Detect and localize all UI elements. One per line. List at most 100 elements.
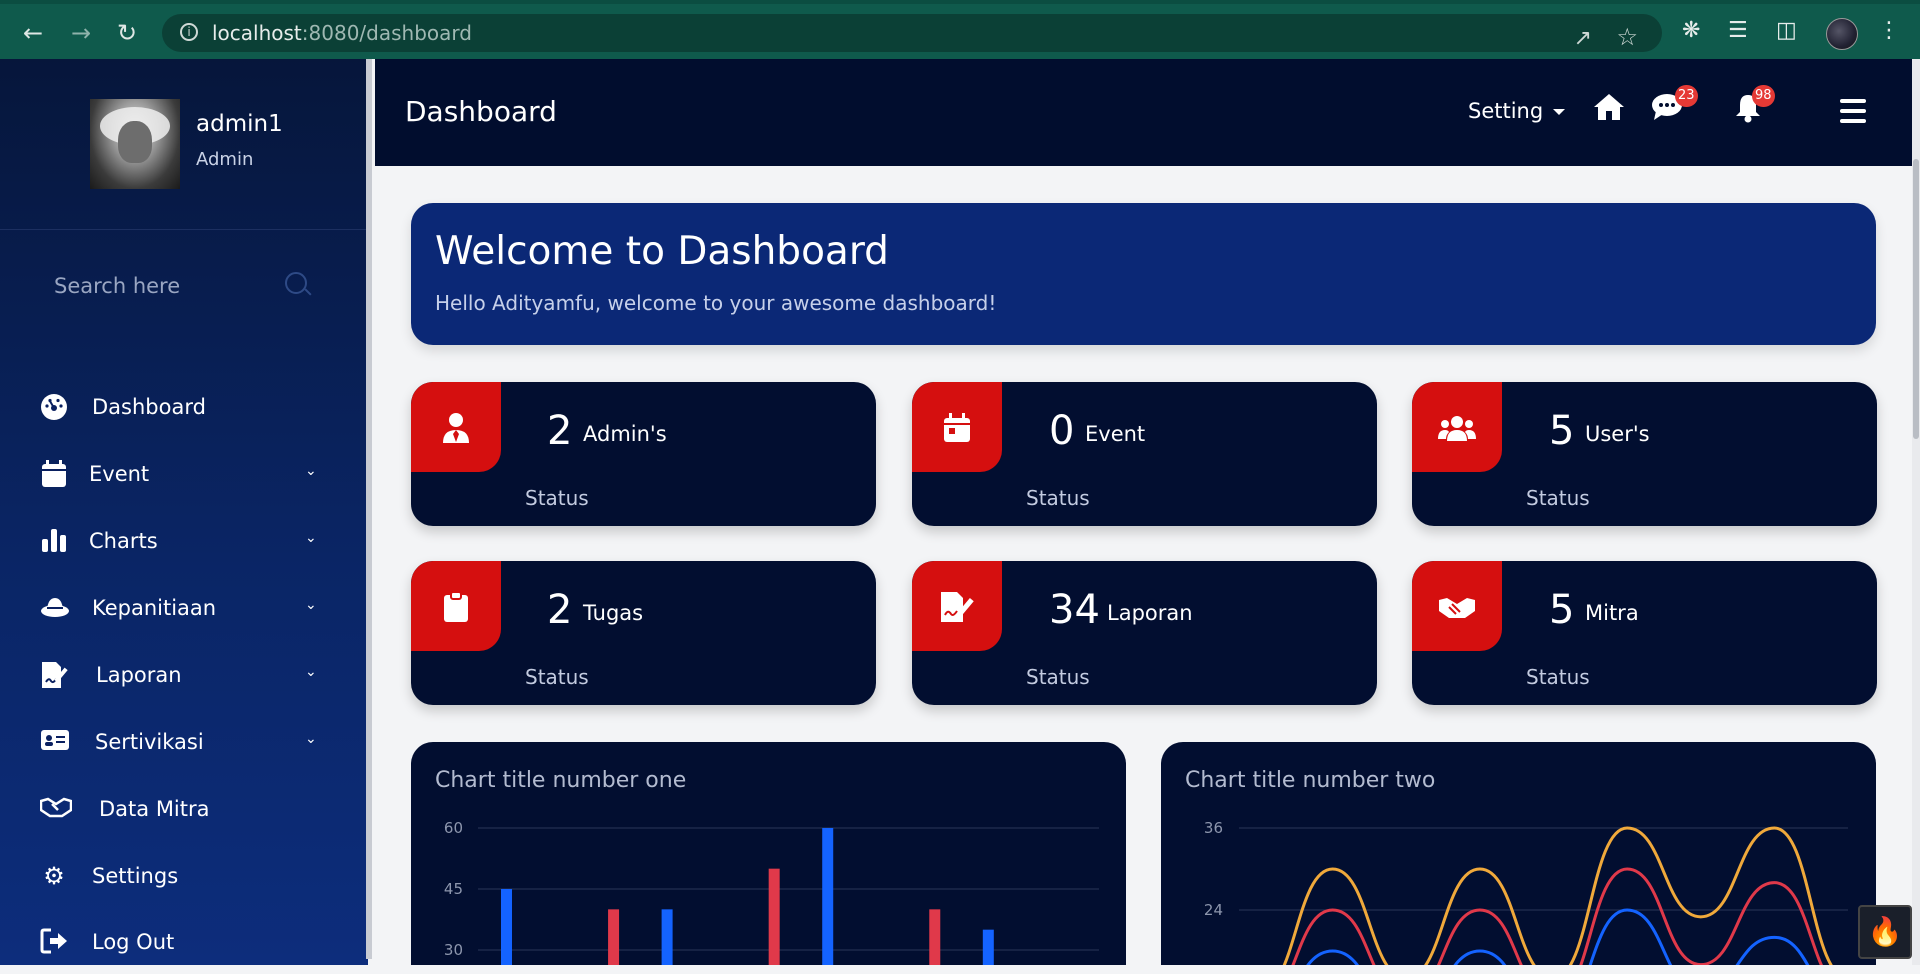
browser-toolbar: ← → ↻ i localhost:8080/dashboard ↗ ☆ ❋ ☰… <box>0 0 1920 59</box>
chevron-down-icon[interactable]: ⌄ <box>305 463 317 479</box>
stat-status: Status <box>525 665 589 689</box>
topbar: Dashboard Setting 23 98 <box>375 59 1912 166</box>
stat-status: Status <box>1526 486 1590 510</box>
reload-icon[interactable]: ↻ <box>112 18 142 48</box>
sidebar-item-label: Event <box>89 462 150 486</box>
sidebar-item-charts[interactable]: Charts ⌄ <box>0 513 366 573</box>
caret-down-icon <box>1553 109 1566 115</box>
welcome-title: Welcome to Dashboard <box>435 229 889 274</box>
sidebar-item-event[interactable]: Event ⌄ <box>0 446 366 506</box>
stat-card-users[interactable]: 5 User's Status <box>1412 382 1877 526</box>
chevron-down-icon[interactable]: ⌄ <box>305 731 317 747</box>
sidebar-item-kepanitiaan[interactable]: Kepanitiaan ⌄ <box>0 580 366 640</box>
site-info-icon[interactable]: i <box>180 23 198 41</box>
y-tick-label: 60 <box>444 819 463 837</box>
handshake-icon <box>39 795 73 823</box>
chart-bar <box>501 889 512 965</box>
notifications-badge: 98 <box>1752 85 1775 107</box>
sidebar-item-label: Dashboard <box>92 395 206 419</box>
sidebar-item-label: Charts <box>89 529 158 553</box>
chart-bar <box>929 909 941 965</box>
page-scrollbar-thumb[interactable] <box>1913 159 1919 439</box>
stat-value: 2 <box>547 408 573 454</box>
page-title: Dashboard <box>405 95 557 128</box>
messages-badge: 23 <box>1675 85 1698 107</box>
stat-value: 0 <box>1049 408 1075 454</box>
sidebar-item-label: Sertivikasi <box>95 730 204 754</box>
stat-status: Status <box>1026 665 1090 689</box>
search-icon[interactable] <box>285 272 307 294</box>
sidebar-item-label: Log Out <box>92 930 175 954</box>
gauge-icon <box>40 393 68 421</box>
stat-card-tugas[interactable]: 2 Tugas Status <box>411 561 876 705</box>
side-panel-icon[interactable]: ◫ <box>1776 18 1797 43</box>
bookmark-star-icon[interactable]: ☆ <box>1616 18 1638 56</box>
devtools-flame-icon[interactable]: 🔥 <box>1858 905 1912 959</box>
stat-status: Status <box>1526 665 1590 689</box>
sidebar-item-sertivikasi[interactable]: Sertivikasi ⌄ <box>0 714 366 774</box>
stat-card-mitra[interactable]: 5 Mitra Status <box>1412 561 1877 705</box>
sidebar-item-laporan[interactable]: Laporan ⌄ <box>0 647 366 707</box>
file-signature-icon <box>40 661 68 689</box>
sidebar-profile: admin1 Admin <box>0 59 366 230</box>
stat-value: 2 <box>547 587 573 633</box>
y-tick-label: 24 <box>1204 901 1223 919</box>
home-icon[interactable] <box>1593 93 1625 128</box>
stat-card-admins[interactable]: 2 Admin's Status <box>411 382 876 526</box>
extensions-icon[interactable]: ❋ <box>1682 18 1700 43</box>
media-queue-icon[interactable]: ☰ <box>1728 18 1748 43</box>
stat-status: Status <box>1026 486 1090 510</box>
clipboard-icon <box>411 561 501 651</box>
sidebar-item-label: Laporan <box>96 663 182 687</box>
user-tie-icon <box>411 382 501 472</box>
chevron-down-icon[interactable]: ⌄ <box>305 664 317 680</box>
chart-panel-one: Chart title number one 60 45 30 <box>411 742 1126 965</box>
sidebar: admin1 Admin Dashboard Event ⌄ Charts ⌄ <box>0 59 368 965</box>
chart-series-line <box>1291 867 1824 965</box>
search-input[interactable] <box>40 264 294 308</box>
bar-chart-icon <box>40 527 68 555</box>
address-bar[interactable]: i localhost:8080/dashboard ↗ ☆ <box>162 14 1662 52</box>
chevron-down-icon[interactable]: ⌄ <box>305 597 317 613</box>
setting-dropdown[interactable]: Setting <box>1468 99 1566 123</box>
calendar-icon <box>40 460 68 488</box>
calendar-icon <box>912 382 1002 472</box>
sidebar-item-data-mitra[interactable]: Data Mitra <box>0 781 366 841</box>
sidebar-item-dashboard[interactable]: Dashboard <box>0 379 366 439</box>
sidebar-item-label: Data Mitra <box>99 797 210 821</box>
chart-two-plot: 36 24 <box>1204 819 1848 965</box>
gear-icon: ⚙ <box>43 862 65 890</box>
welcome-subtitle: Hello Adityamfu, welcome to your awesome… <box>435 291 997 315</box>
y-tick-label: 45 <box>444 880 463 898</box>
sidebar-item-log-out[interactable]: Log Out <box>0 914 366 974</box>
sign-out-icon <box>40 928 68 956</box>
stat-card-laporan[interactable]: 34 Laporan Status <box>912 561 1377 705</box>
chart-panel-two: Chart title number two 36 24 <box>1161 742 1876 965</box>
sidebar-item-settings[interactable]: ⚙ Settings <box>0 848 366 908</box>
file-signature-icon <box>912 561 1002 651</box>
sidebar-scrollbar[interactable] <box>366 59 372 959</box>
chart-bar <box>822 828 834 965</box>
browser-menu-icon[interactable]: ⋮ <box>1878 18 1900 43</box>
forward-icon[interactable]: → <box>66 18 96 48</box>
page-scrollbar[interactable] <box>1912 59 1920 965</box>
share-icon[interactable]: ↗ <box>1574 20 1592 58</box>
stat-label: Laporan <box>1107 601 1193 625</box>
back-icon[interactable]: ← <box>18 18 48 48</box>
stat-value: 5 <box>1549 587 1575 633</box>
stat-card-event[interactable]: 0 Event Status <box>912 382 1377 526</box>
welcome-banner: Welcome to Dashboard Hello Adityamfu, we… <box>411 203 1876 345</box>
stat-status: Status <box>525 486 589 510</box>
sidebar-item-label: Kepanitiaan <box>92 596 217 620</box>
sidebar-search <box>40 264 320 308</box>
sidebar-item-label: Settings <box>92 864 179 888</box>
chevron-down-icon[interactable]: ⌄ <box>305 530 317 546</box>
chart-bar <box>661 909 673 965</box>
browser-profile-avatar[interactable] <box>1826 18 1858 50</box>
chart-bar <box>982 929 994 965</box>
setting-label: Setting <box>1468 99 1544 123</box>
id-card-icon <box>40 728 69 756</box>
stat-label: Tugas <box>583 601 644 625</box>
handshake-icon <box>1412 561 1502 651</box>
hamburger-menu-icon[interactable] <box>1840 99 1866 123</box>
